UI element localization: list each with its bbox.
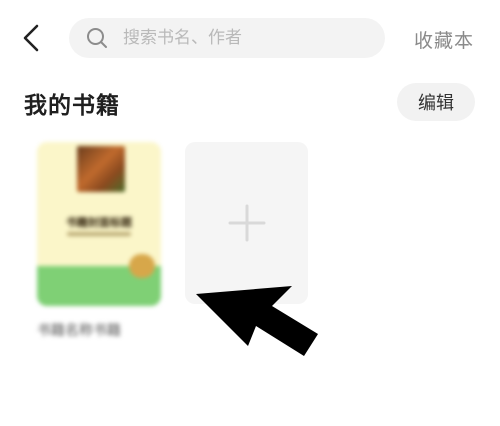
edit-button[interactable]: 编辑: [397, 83, 475, 121]
book-title: 书籍名称书籍: [37, 323, 121, 339]
search-icon: [85, 26, 109, 50]
search-bar[interactable]: [69, 18, 385, 58]
section-title: 我的书籍: [24, 93, 120, 119]
search-input[interactable]: [121, 27, 375, 49]
back-button[interactable]: [16, 20, 46, 56]
book-badge-icon: [129, 254, 155, 278]
book-card[interactable]: 书籍封面标题: [37, 142, 161, 306]
book-cover-subtitle-line: [67, 232, 131, 236]
book-cover-title: 书籍封面标题: [66, 216, 132, 229]
book-cover-image: [77, 146, 125, 192]
plus-icon: [228, 204, 265, 242]
collection-link[interactable]: 收藏本: [414, 26, 474, 53]
chevron-left-icon: [23, 24, 39, 52]
bookshelf-page: 收藏本 我的书籍 编辑 书籍封面标题 书籍名称书籍: [0, 0, 500, 426]
arrow-icon: [196, 286, 318, 356]
